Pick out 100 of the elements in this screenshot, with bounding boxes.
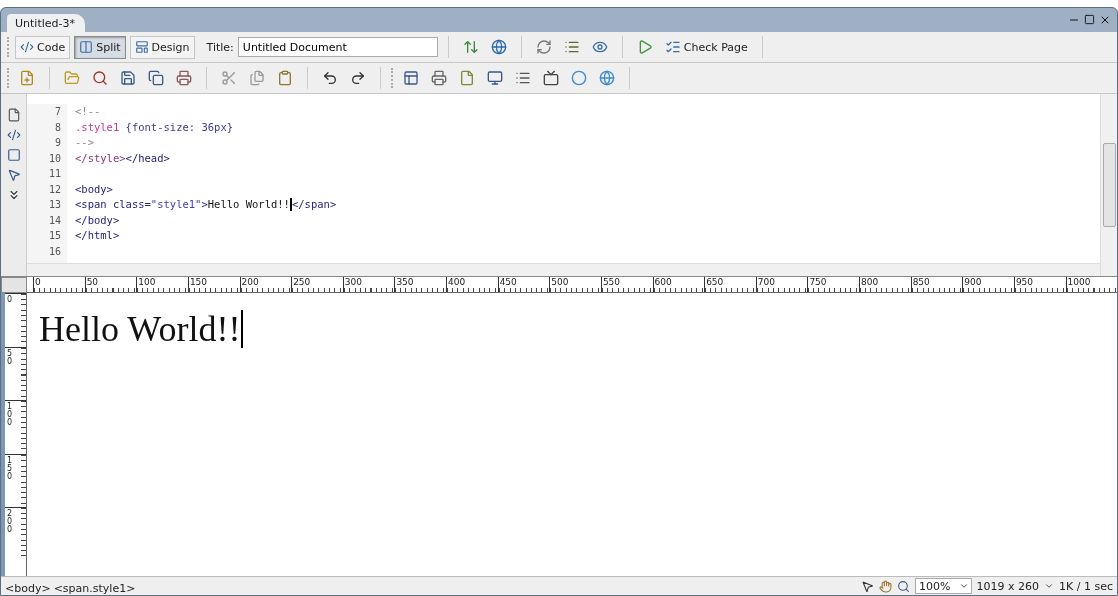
dropdown-icon[interactable] bbox=[1044, 581, 1055, 591]
code-icon[interactable] bbox=[6, 128, 21, 142]
document-tab[interactable]: Untitled-3* bbox=[7, 14, 85, 32]
view-button[interactable]: Design bbox=[129, 35, 195, 59]
ruler-label: 0 bbox=[6, 294, 13, 306]
ruler-label: 600 bbox=[653, 277, 672, 287]
new-file-icon bbox=[19, 70, 35, 86]
eye-icon bbox=[591, 39, 608, 55]
folder-icon bbox=[64, 70, 80, 86]
heading-text: Hello World!! bbox=[39, 308, 241, 351]
ruler-label: 250 bbox=[292, 277, 311, 287]
layout-icon bbox=[403, 70, 419, 86]
ruler-label: 950 bbox=[1014, 277, 1034, 287]
code-token: {font-size: 36px} bbox=[125, 119, 234, 135]
box-icon[interactable] bbox=[6, 148, 21, 162]
globe-icon bbox=[490, 39, 507, 55]
view-icon bbox=[134, 40, 149, 54]
close-icon[interactable] bbox=[1099, 14, 1111, 26]
zoom-icon[interactable] bbox=[897, 579, 911, 593]
line-number: 15 bbox=[48, 229, 61, 243]
scissors-icon bbox=[221, 70, 237, 86]
checklist-icon bbox=[664, 39, 681, 55]
printer-icon bbox=[176, 70, 192, 86]
text-cursor bbox=[289, 198, 292, 212]
search-icon bbox=[92, 70, 108, 86]
code-token: <span class= bbox=[75, 197, 151, 212]
title-label: Title: bbox=[206, 40, 234, 54]
redo-icon bbox=[350, 70, 366, 86]
ruler-label: 150 bbox=[188, 277, 208, 287]
ruler-label: 0 bbox=[34, 277, 41, 287]
ruler-label: 200 bbox=[6, 508, 13, 536]
page-icon bbox=[459, 70, 475, 86]
window-size[interactable]: 1019 x 260 bbox=[976, 579, 1040, 593]
ruler-label: 350 bbox=[395, 277, 414, 287]
save-icon bbox=[120, 70, 136, 86]
code-token: --> bbox=[75, 135, 94, 150]
text-cursor bbox=[241, 310, 244, 348]
ruler-label: 100 bbox=[6, 401, 13, 429]
restore-icon[interactable] bbox=[1084, 14, 1095, 25]
ruler-label: 800 bbox=[860, 277, 879, 287]
code-token: "style1" bbox=[150, 197, 202, 212]
code-token: <body> bbox=[75, 181, 113, 197]
copy-icon bbox=[148, 70, 164, 86]
view-button[interactable]: Split bbox=[74, 35, 126, 59]
ruler-label: 650 bbox=[705, 277, 724, 287]
ruler-label: 900 bbox=[963, 277, 982, 287]
vertical-scrollbar[interactable] bbox=[1100, 94, 1117, 276]
circle-icon bbox=[571, 70, 587, 86]
ruler-label: 50 bbox=[6, 347, 13, 368]
files-icon bbox=[249, 70, 265, 86]
ruler-label: 150 bbox=[6, 454, 13, 483]
tag-selector[interactable]: <span.style1> bbox=[53, 581, 139, 595]
code-token: </style> bbox=[75, 150, 126, 166]
code-token: .style1 bbox=[75, 119, 121, 135]
title-field[interactable]: Untitled Document bbox=[237, 37, 438, 57]
line-number: 12 bbox=[48, 182, 61, 197]
code-token: </html> bbox=[75, 228, 120, 243]
pointer-icon[interactable] bbox=[861, 579, 875, 593]
ruler-label: 850 bbox=[911, 277, 930, 287]
list-icon bbox=[563, 39, 580, 55]
hand-icon[interactable] bbox=[879, 579, 893, 593]
scrollbar-thumb[interactable] bbox=[1102, 143, 1116, 227]
line-number: 16 bbox=[48, 244, 61, 259]
line-number: 7 bbox=[54, 105, 61, 119]
line-number: 11 bbox=[48, 167, 61, 181]
code-token: > bbox=[201, 197, 208, 212]
line-number: 9 bbox=[54, 136, 61, 150]
ruler-label: 50 bbox=[85, 277, 99, 287]
line-number: 14 bbox=[48, 213, 61, 228]
view-icon bbox=[79, 40, 94, 54]
ruler-label: 500 bbox=[550, 277, 569, 287]
line-number: 13 bbox=[48, 198, 61, 212]
refresh-icon bbox=[535, 39, 552, 55]
tag-selector[interactable]: <body> bbox=[5, 581, 54, 595]
clipboard-icon bbox=[277, 70, 293, 86]
ruler-label: 450 bbox=[498, 277, 517, 287]
ruler-label: 750 bbox=[808, 277, 827, 287]
ruler-label: 200 bbox=[240, 277, 259, 287]
dropdown-icon bbox=[958, 581, 969, 591]
undo-icon bbox=[322, 70, 338, 86]
line-number: 8 bbox=[54, 120, 61, 135]
ruler-label: 550 bbox=[601, 277, 621, 287]
monitor-icon bbox=[487, 70, 503, 86]
tv-icon bbox=[543, 70, 559, 86]
view-button[interactable]: Code bbox=[15, 35, 71, 59]
check-page-button[interactable]: Check Page bbox=[660, 35, 752, 59]
ruler-label: 700 bbox=[756, 277, 775, 287]
ruler-label: 400 bbox=[447, 277, 466, 287]
code-token: Hello World!! bbox=[207, 197, 290, 212]
list-icon bbox=[515, 70, 531, 86]
code-token: <!-- bbox=[75, 104, 101, 119]
horizontal-scrollbar[interactable] bbox=[27, 263, 1100, 276]
code-token: </body> bbox=[75, 212, 120, 228]
transfer-icon bbox=[462, 39, 479, 55]
file-icon[interactable] bbox=[6, 108, 21, 122]
zoom-select[interactable]: 100% bbox=[915, 578, 972, 594]
globe-icon bbox=[599, 70, 615, 86]
ruler-label: 300 bbox=[343, 277, 362, 287]
printer-icon bbox=[431, 70, 447, 86]
pointer-icon[interactable] bbox=[6, 168, 21, 182]
